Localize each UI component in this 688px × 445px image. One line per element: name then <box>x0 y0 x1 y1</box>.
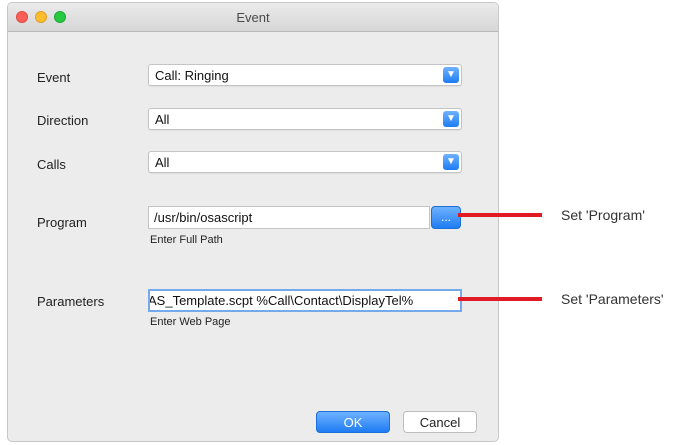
direction-label: Direction <box>37 113 89 128</box>
program-input-value: /usr/bin/osascript <box>154 210 253 225</box>
parameters-input-value: AS_Template.scpt %Call\Contact\DisplayTe… <box>148 293 414 308</box>
direction-select[interactable]: All ▼ <box>148 108 462 130</box>
parameters-input[interactable]: AS_Template.scpt %Call\Contact\DisplayTe… <box>148 289 462 312</box>
ok-button[interactable]: OK <box>316 411 390 433</box>
calls-select[interactable]: All ▼ <box>148 151 462 173</box>
calls-label: Calls <box>37 157 66 172</box>
chevron-down-icon: ▼ <box>443 67 459 83</box>
event-select-value: Call: Ringing <box>155 68 229 83</box>
chevron-down-icon: ▼ <box>443 111 459 127</box>
parameters-label: Parameters <box>37 294 105 309</box>
parameters-hint: Enter Web Page <box>150 316 231 328</box>
browse-button[interactable]: ... <box>431 206 461 229</box>
cancel-button[interactable]: Cancel <box>403 411 477 433</box>
title-bar: Event <box>8 3 498 32</box>
event-label: Event <box>37 70 71 85</box>
program-hint: Enter Full Path <box>150 234 223 246</box>
chevron-down-icon: ▼ <box>443 154 459 170</box>
parameters-callout: Set 'Parameters' <box>561 291 664 307</box>
program-pointer-line <box>458 213 542 217</box>
calls-select-value: All <box>155 155 170 170</box>
program-input[interactable]: /usr/bin/osascript <box>148 206 430 229</box>
program-callout: Set 'Program' <box>561 207 645 223</box>
program-label: Program <box>37 215 87 230</box>
event-select[interactable]: Call: Ringing ▼ <box>148 64 462 86</box>
direction-select-value: All <box>155 112 170 127</box>
parameters-pointer-line <box>458 297 542 301</box>
event-dialog: Event Event Call: Ringing ▼ Direction Al… <box>7 2 499 442</box>
window-title: Event <box>236 10 270 25</box>
